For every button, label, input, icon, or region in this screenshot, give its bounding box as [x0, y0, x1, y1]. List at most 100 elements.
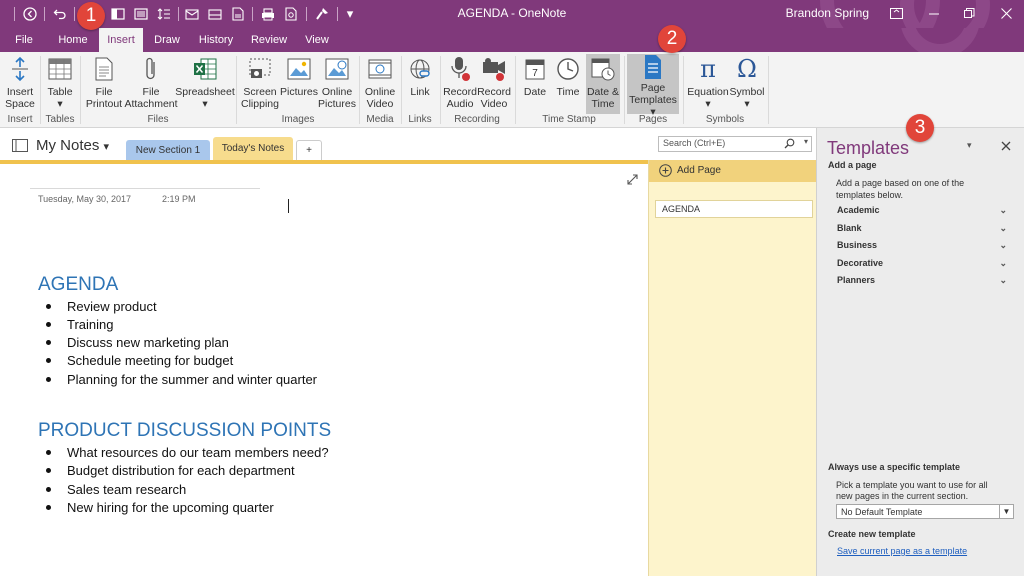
restore-icon[interactable] [959, 4, 979, 22]
template-category-blank[interactable]: Blank ⌄ [837, 223, 1007, 233]
group-label-time-stamp: Time Stamp [542, 114, 596, 125]
link-button[interactable]: Link [404, 54, 436, 114]
screen-clipping-button[interactable]: Screen Clipping [240, 54, 280, 114]
group-separator [359, 56, 360, 124]
list-item[interactable]: Sales team research [46, 482, 186, 497]
file-attachment-label: File [142, 86, 160, 98]
date-time-icon [590, 54, 616, 84]
spreadsheet-dropdown-glyph: ▾ [202, 98, 208, 110]
tab-draw[interactable]: Draw [148, 28, 186, 52]
notebook-icon[interactable] [12, 139, 28, 152]
heading-agenda[interactable]: AGENDA [38, 274, 118, 296]
pane-options-chevron-icon[interactable]: ▾ [967, 140, 972, 151]
group-label-links: Links [408, 114, 432, 125]
section-tab-new-section-1[interactable]: New Section 1 [126, 140, 210, 160]
screen-clipping-icon [247, 54, 273, 84]
spreadsheet-button[interactable]: Spreadsheet ▾ [175, 54, 235, 114]
search-placeholder: Search (Ctrl+E) [663, 138, 726, 148]
pictures-button[interactable]: Pictures [280, 54, 318, 114]
page-time: 2:19 PM [162, 194, 196, 204]
tab-history[interactable]: History [192, 28, 240, 52]
decorative-arc [900, 28, 980, 52]
group-separator [624, 56, 625, 124]
tab-view[interactable]: View [298, 28, 336, 52]
omega-glyph: Ω [737, 55, 757, 83]
search-icon[interactable] [784, 138, 795, 151]
template-category-label: Blank [837, 223, 862, 233]
tab-insert[interactable]: Insert [99, 28, 143, 52]
default-template-value: No Default Template [841, 507, 923, 517]
table-button[interactable]: Table ▾ [44, 54, 76, 114]
add-page-label: Add Page [677, 165, 721, 176]
link-globe-icon [407, 54, 433, 84]
minimize-icon[interactable] [924, 4, 944, 22]
close-icon[interactable] [996, 4, 1016, 22]
template-category-business[interactable]: Business ⌄ [837, 240, 1007, 250]
pane-close-icon[interactable] [1001, 138, 1011, 156]
online-video-button[interactable]: Online Video [362, 54, 398, 114]
excel-icon [192, 54, 218, 84]
online-pictures-button[interactable]: Online Pictures [318, 54, 356, 114]
symbol-button[interactable]: Ω Symbol ▾ [730, 54, 765, 114]
page-list-item[interactable]: AGENDA [655, 200, 813, 218]
file-printout-button[interactable]: File Printout [84, 54, 124, 114]
group-separator [40, 56, 41, 124]
list-item[interactable]: Planning for the summer and winter quart… [46, 372, 317, 387]
list-item-text: New hiring for the upcoming quarter [67, 500, 274, 515]
save-as-template-link[interactable]: Save current page as a template [837, 546, 967, 556]
file-printout-icon [91, 54, 117, 84]
template-category-decorative[interactable]: Decorative ⌄ [837, 258, 1007, 268]
chevron-down-icon[interactable]: ▼ [999, 505, 1013, 518]
insert-space-button[interactable]: Insert Space [2, 54, 38, 114]
user-name[interactable]: Brandon Spring [786, 6, 869, 20]
heading-product-discussion[interactable]: PRODUCT DISCUSSION POINTS [38, 420, 331, 442]
template-category-planners[interactable]: Planners ⌄ [837, 275, 1007, 285]
record-video-button[interactable]: Record Video [477, 54, 511, 114]
page-list: Add Page AGENDA [648, 160, 817, 576]
pi-glyph: π [700, 55, 716, 83]
list-item[interactable]: New hiring for the upcoming quarter [46, 500, 274, 515]
group-label-media: Media [366, 114, 394, 125]
list-item[interactable]: Training [46, 317, 113, 332]
default-template-select[interactable]: No Default Template ▼ [836, 504, 1014, 519]
ribbon-display-options-icon[interactable] [886, 4, 906, 22]
always-use-heading: Always use a specific template [828, 462, 961, 472]
calendar-icon: 7 [522, 54, 548, 84]
file-printout-label: File [95, 86, 113, 98]
page-date: Tuesday, May 30, 2017 [38, 194, 132, 204]
tab-home[interactable]: Home [52, 28, 94, 52]
expand-icon[interactable] [627, 172, 639, 185]
template-category-academic[interactable]: Academic ⌄ [837, 205, 1007, 215]
search-scope-chevron-icon[interactable]: ▾ [804, 137, 808, 146]
date-button[interactable]: 7 Date [518, 54, 552, 114]
add-page-button[interactable]: Add Page [649, 160, 817, 182]
file-attachment-button[interactable]: File Attachment [124, 54, 178, 114]
group-label-pages: Pages [638, 114, 668, 125]
search-input[interactable]: Search (Ctrl+E) ▾ [658, 136, 812, 152]
list-item[interactable]: What resources do our team members need? [46, 445, 329, 460]
date-time-label: Date & [586, 86, 620, 98]
list-item[interactable]: Review product [46, 299, 157, 314]
page-templates-button[interactable]: Page Templates ▾ [627, 54, 679, 118]
date-and-time-button[interactable]: Date & Time [586, 54, 620, 114]
file-printout-label-2: Printout [85, 98, 123, 110]
list-item[interactable]: Schedule meeting for budget [46, 353, 233, 368]
add-section-button[interactable]: + [296, 140, 322, 160]
tab-review[interactable]: Review [246, 28, 292, 52]
page-canvas[interactable]: Tuesday, May 30, 2017 2:19 PM AGENDA Rev… [0, 160, 648, 576]
section-tab-todays-notes[interactable]: Today's Notes [213, 137, 293, 160]
record-audio-button[interactable]: Record Audio [443, 54, 477, 114]
picture-icon [286, 54, 312, 84]
paperclip-icon [138, 54, 164, 84]
list-item-text: Training [67, 317, 114, 332]
equation-button[interactable]: π Equation ▾ [686, 54, 730, 114]
callout-badge-1: 1 [77, 2, 105, 30]
ribbon-tab-bar: File Home Insert Draw History Review Vie… [0, 28, 1024, 52]
notebook-name[interactable]: My Notes ▾ [36, 137, 109, 154]
time-button[interactable]: Time [552, 54, 584, 114]
chevron-down-icon: ▾ [103, 141, 110, 153]
list-item[interactable]: Discuss new marketing plan [46, 335, 229, 350]
add-page-description-2: templates below. [836, 190, 904, 200]
list-item[interactable]: Budget distribution for each department [46, 463, 295, 478]
tab-file[interactable]: File [8, 28, 40, 52]
